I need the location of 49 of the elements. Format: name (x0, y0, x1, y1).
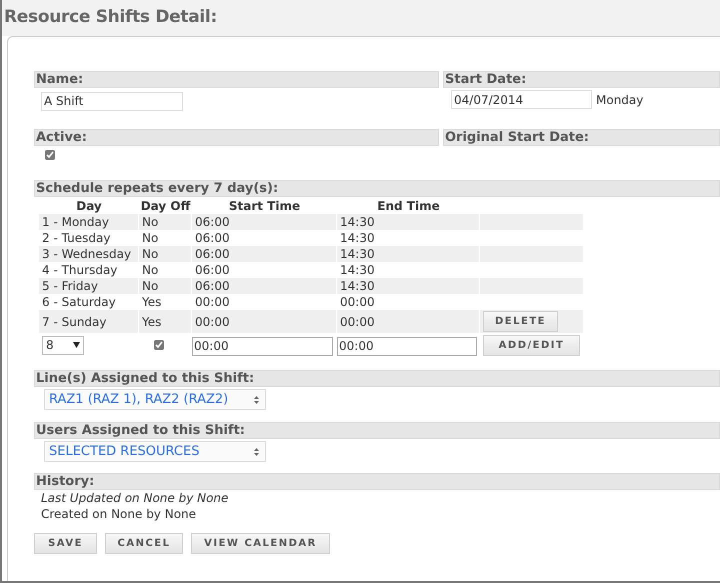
table-cell: 5 - Friday (39, 278, 138, 294)
column-header: End Time (376, 198, 441, 214)
section-header: Original Start Date: (443, 129, 720, 146)
table-cell: 14:30 (337, 278, 479, 294)
table-cell: 3 - Wednesday (39, 246, 138, 262)
last-updated-text: Last Updated on None by None (41, 490, 230, 506)
table-cell: 1 - Monday (39, 214, 138, 230)
section-header: History: (34, 473, 720, 490)
section-header: Line(s) Assigned to this Shift: (34, 370, 720, 387)
table-cell: 06:00 (192, 278, 336, 294)
end-time-field[interactable]: 00:00 (337, 336, 477, 356)
name-field[interactable]: A Shift (41, 92, 183, 110)
start-time-field[interactable]: 00:00 (192, 336, 333, 356)
table-cell: 06:00 (192, 214, 336, 230)
section-header: Start Date: (443, 71, 720, 88)
start-date-field[interactable]: 04/07/2014 (451, 90, 592, 109)
dropdown[interactable]: RAZ1 (RAZ 1), RAZ2 (RAZ2) (44, 389, 266, 410)
table-cell: 00:00 (192, 310, 336, 333)
up-down-arrows-icon (254, 448, 259, 456)
action-button[interactable]: ADD/EDIT (483, 334, 580, 356)
table-cell: No (139, 246, 191, 262)
table-cell: 00:00 (337, 310, 479, 333)
checkbox[interactable] (45, 150, 55, 160)
table-cell: 14:30 (337, 246, 479, 262)
section-header: Schedule repeats every 7 day(s): (34, 180, 720, 197)
table-cell: No (139, 278, 191, 294)
table-cell: Yes (139, 310, 191, 333)
up-down-arrows-icon (254, 396, 259, 404)
dropdown[interactable]: SELECTED RESOURCES (44, 441, 266, 462)
created-text: Created on None by None (41, 506, 198, 522)
column-header: Day (75, 198, 103, 214)
checkbox[interactable] (154, 340, 164, 350)
section-header: Users Assigned to this Shift: (34, 422, 720, 439)
table-cell: 14:30 (337, 214, 479, 230)
column-header: Day Off (140, 198, 192, 214)
action-button[interactable]: DELETE (483, 311, 558, 332)
weekday-text: Monday (596, 92, 644, 108)
day-dropdown[interactable]: 8 (42, 336, 84, 354)
action-button[interactable]: SAVE (34, 533, 97, 554)
table-cell: No (139, 214, 191, 230)
column-header: Start Time (228, 198, 302, 214)
action-button[interactable]: VIEW CALENDAR (191, 533, 330, 554)
table-cell: 7 - Sunday (39, 310, 138, 333)
action-button[interactable]: CANCEL (105, 533, 183, 554)
section-header: Active: (34, 129, 439, 146)
section-header: Name: (34, 71, 439, 88)
page-title: Resource Shifts Detail: (4, 6, 217, 30)
table-cell: 06:00 (192, 246, 336, 262)
caret-icon (73, 342, 80, 348)
